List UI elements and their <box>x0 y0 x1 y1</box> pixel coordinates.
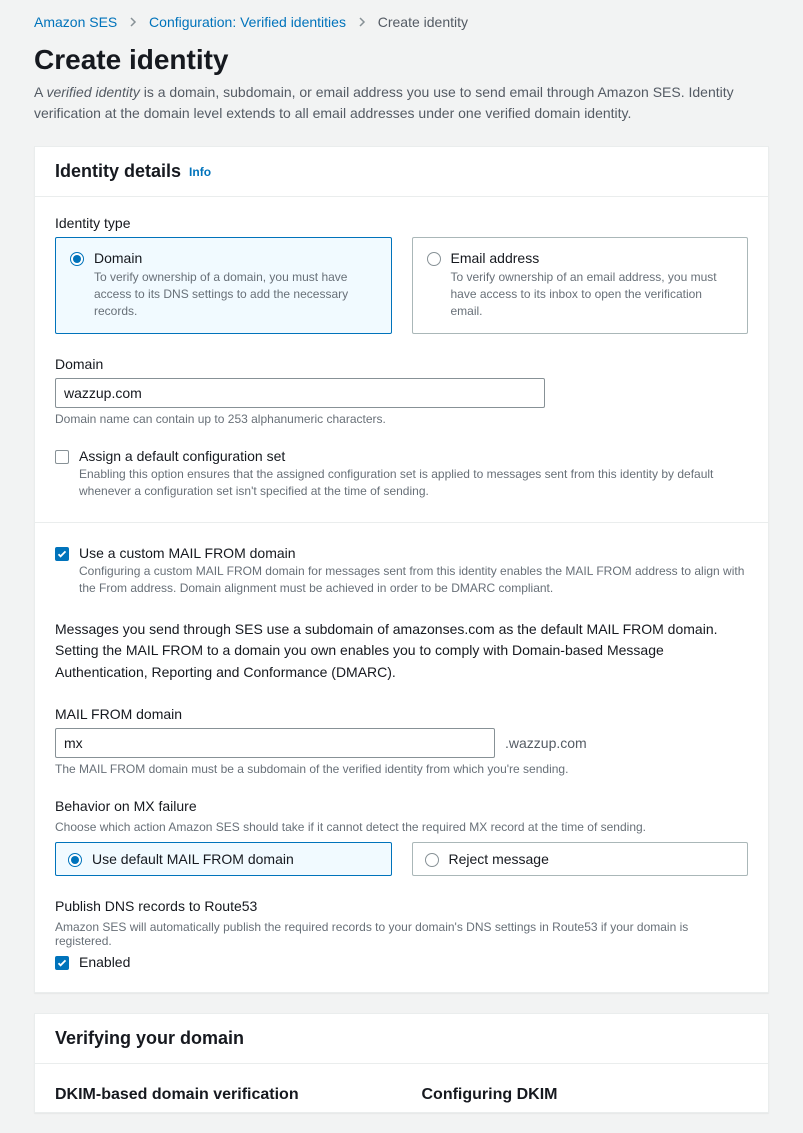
radio-icon <box>425 853 439 867</box>
assign-config-set-desc: Enabling this option ensures that the as… <box>79 466 748 500</box>
info-link[interactable]: Info <box>189 165 211 179</box>
mailfrom-domain-label: MAIL FROM domain <box>55 706 748 722</box>
assign-config-set-label: Assign a default configuration set <box>79 448 748 464</box>
mx-option-default[interactable]: Use default MAIL FROM domain <box>55 842 392 876</box>
domain-label: Domain <box>55 356 748 372</box>
radio-option-label: Use default MAIL FROM domain <box>92 851 294 867</box>
chevron-right-icon <box>129 14 137 30</box>
page-description: A verified identity is a domain, subdoma… <box>34 82 769 124</box>
verifying-domain-heading: Verifying your domain <box>55 1028 244 1049</box>
mx-failure-hint: Choose which action Amazon SES should ta… <box>55 820 748 834</box>
mailfrom-body-text: Messages you send through SES use a subd… <box>55 619 748 684</box>
identity-type-email[interactable]: Email address To verify ownership of an … <box>412 237 749 334</box>
verifying-domain-panel: Verifying your domain DKIM-based domain … <box>34 1013 769 1113</box>
domain-input[interactable] <box>55 378 545 408</box>
route53-label: Publish DNS records to Route53 <box>55 898 748 914</box>
radio-tile-desc: To verify ownership of a domain, you mus… <box>94 269 377 319</box>
route53-enabled-checkbox[interactable] <box>55 956 69 970</box>
breadcrumb-link-ses[interactable]: Amazon SES <box>34 14 117 30</box>
mailfrom-domain-input[interactable] <box>55 728 495 758</box>
breadcrumb-current: Create identity <box>378 14 468 30</box>
identity-details-panel: Identity details Info Identity type Doma… <box>34 146 769 993</box>
mailfrom-domain-suffix: .wazzup.com <box>505 735 587 751</box>
custom-mailfrom-desc: Configuring a custom MAIL FROM domain fo… <box>79 563 748 597</box>
radio-option-label: Reject message <box>449 851 549 867</box>
chevron-right-icon <box>358 14 366 30</box>
radio-tile-title: Email address <box>451 250 734 266</box>
breadcrumb-link-config[interactable]: Configuration: Verified identities <box>149 14 346 30</box>
identity-type-label: Identity type <box>55 215 748 231</box>
custom-mailfrom-checkbox[interactable] <box>55 547 69 561</box>
radio-tile-title: Domain <box>94 250 377 266</box>
custom-mailfrom-label: Use a custom MAIL FROM domain <box>79 545 748 561</box>
assign-config-set-checkbox[interactable] <box>55 450 69 464</box>
mx-failure-label: Behavior on MX failure <box>55 798 748 814</box>
radio-icon <box>70 252 84 266</box>
identity-type-domain[interactable]: Domain To verify ownership of a domain, … <box>55 237 392 334</box>
mailfrom-domain-hint: The MAIL FROM domain must be a subdomain… <box>55 762 748 776</box>
page-title: Create identity <box>34 44 769 76</box>
mx-option-reject[interactable]: Reject message <box>412 842 749 876</box>
configuring-dkim-heading: Configuring DKIM <box>422 1086 749 1104</box>
radio-icon <box>427 252 441 266</box>
route53-hint: Amazon SES will automatically publish th… <box>55 920 748 948</box>
breadcrumb: Amazon SES Configuration: Verified ident… <box>34 14 769 30</box>
radio-icon <box>68 853 82 867</box>
route53-enabled-label: Enabled <box>79 954 130 970</box>
domain-hint: Domain name can contain up to 253 alphan… <box>55 412 748 426</box>
identity-details-heading: Identity details <box>55 161 181 182</box>
radio-tile-desc: To verify ownership of an email address,… <box>451 269 734 319</box>
dkim-verification-heading: DKIM-based domain verification <box>55 1086 382 1104</box>
